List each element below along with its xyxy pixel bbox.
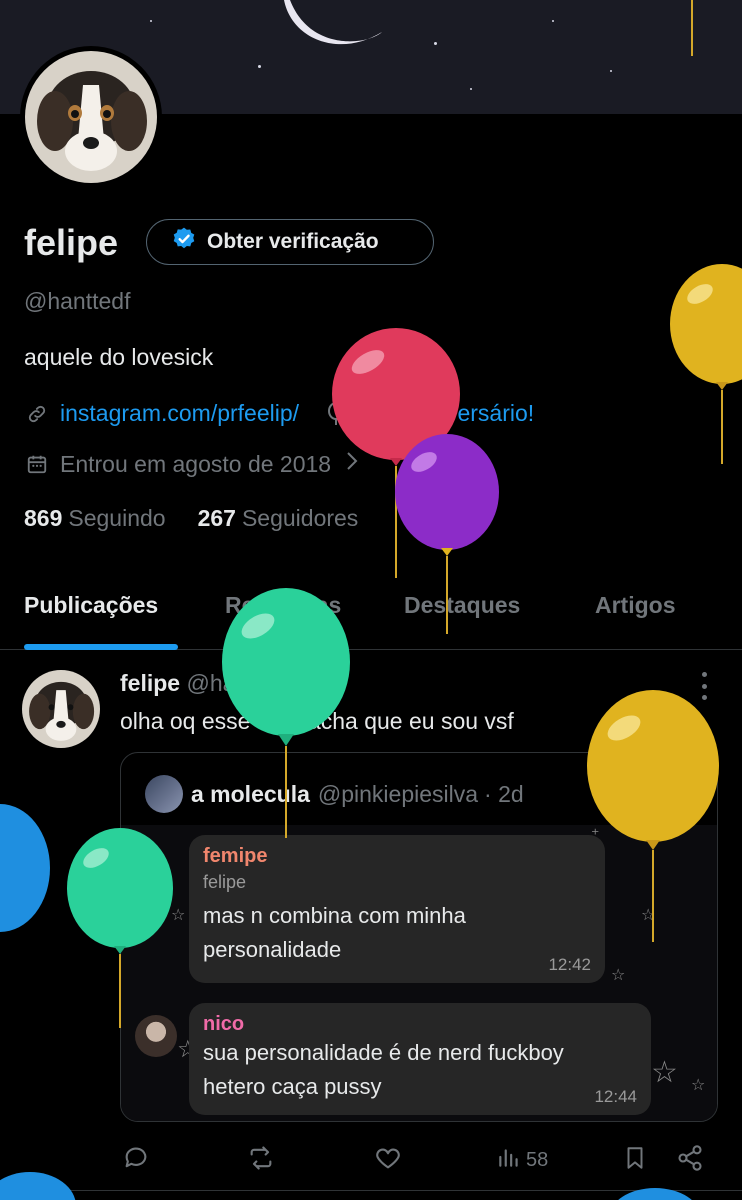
chat-bubble-nico: nico sua personalidade é de nerd fuckboy…	[189, 1003, 651, 1115]
post-author-avatar[interactable]	[22, 670, 100, 748]
quoted-author-handle: @pinkiepiesilva	[317, 780, 479, 807]
get-verified-button[interactable]: Obter verificação	[146, 219, 434, 265]
star-decoration-icon: ☆	[171, 907, 186, 924]
avatar-image	[25, 51, 157, 183]
birthday-label[interactable]: Feliz Aniversário!	[359, 400, 534, 427]
chat-message-line: hetero caça pussy	[203, 1074, 382, 1099]
like-icon[interactable]	[374, 1144, 402, 1172]
share-icon[interactable]	[676, 1144, 704, 1172]
quoted-post[interactable]: a molecula @pinkiepiesilva · 2d ☆ ☆ ☆ ☆ …	[120, 752, 718, 1122]
post-author-handle[interactable]: @hanttedf	[186, 670, 292, 696]
chat-message-line: personalidade	[203, 937, 342, 962]
profile-stats: 869 Seguindo 267 Seguidores	[24, 505, 358, 532]
reply-icon[interactable]	[122, 1144, 150, 1172]
bookmark-icon[interactable]	[622, 1144, 648, 1172]
chat-sender-name: femipe	[203, 845, 268, 867]
star-decoration-icon: ☆	[691, 1077, 706, 1094]
tab-destaques[interactable]: Destaques	[404, 592, 520, 619]
star-decoration-icon: ☆	[611, 967, 626, 984]
profile-bio: aquele do lovesick	[24, 344, 214, 370]
chat-reply-to: felipe	[203, 872, 247, 892]
balloon-icon	[0, 804, 50, 932]
quoted-post-time: · 2d	[484, 780, 524, 807]
post-text: olha oq esse cara acha que eu sou vsf	[120, 708, 514, 734]
balloon-icon	[323, 401, 349, 427]
chat-message-line: sua personalidade é de nerd fuckboy	[203, 1040, 564, 1065]
following-stat[interactable]: 869 Seguindo	[24, 505, 166, 532]
views-count: 58	[526, 1148, 549, 1171]
post-header: felipe @hanttedf · 2d	[120, 670, 339, 697]
star-decoration-icon: ☆	[641, 907, 656, 924]
get-verified-label: Obter verificação	[207, 230, 379, 253]
post-author-name[interactable]: felipe	[120, 670, 180, 696]
verified-badge-icon	[171, 226, 197, 258]
repost-icon[interactable]	[246, 1144, 276, 1172]
quoted-author-avatar	[145, 775, 183, 813]
profile-joined-row: Entrou em agosto de 2018	[24, 450, 359, 478]
profile-name: felipe	[24, 222, 119, 263]
profile-handle: @hanttedf	[24, 288, 131, 314]
chat-message-line: mas n combina com minha	[203, 903, 466, 928]
quoted-post-header: a molecula @pinkiepiesilva · 2d	[145, 775, 524, 813]
star-decoration-icon: ☆	[651, 1056, 678, 1089]
chat-sender-name: nico	[203, 1013, 245, 1035]
active-tab-indicator	[24, 644, 178, 650]
views-button[interactable]: 58	[496, 1144, 548, 1176]
profile-website-link[interactable]: instagram.com/prfeelip/	[60, 400, 299, 427]
followers-stat[interactable]: 267 Seguidores	[198, 505, 359, 532]
joined-date: Entrou em agosto de 2018	[60, 450, 332, 477]
post-divider	[0, 1190, 742, 1191]
post-action-bar: 58	[0, 1140, 742, 1180]
link-icon	[24, 401, 50, 427]
tab-respostas[interactable]: Respostas	[225, 592, 341, 619]
calendar-icon	[24, 451, 50, 477]
quoted-author-name: a molecula	[191, 780, 310, 807]
post-time[interactable]: · 2d	[299, 670, 339, 696]
chat-bubble-femipe: femipe felipe mas n combina com minha pe…	[189, 835, 605, 983]
chat-avatar	[135, 1015, 177, 1057]
profile-avatar[interactable]	[20, 46, 162, 188]
avatar-image	[22, 670, 100, 748]
more-icon[interactable]	[700, 672, 708, 700]
chat-timestamp: 12:42	[548, 955, 591, 974]
views-icon	[496, 1144, 522, 1176]
quoted-post-image[interactable]: ☆ ☆ ☆ ☆ ☆ ☆ ⁺ femipe felipe mas n combin…	[121, 825, 717, 1121]
balloon-icon	[670, 264, 742, 464]
tab-publicacoes[interactable]: Publicações	[24, 592, 158, 619]
tab-artigos[interactable]: Artigos	[595, 592, 676, 619]
profile-tabs: Publicações Respostas Destaques Artigos	[0, 580, 742, 650]
profile-meta-links: instagram.com/prfeelip/ Feliz Aniversári…	[24, 400, 534, 427]
chat-timestamp: 12:44	[594, 1087, 637, 1106]
chevron-right-icon[interactable]	[345, 450, 359, 478]
